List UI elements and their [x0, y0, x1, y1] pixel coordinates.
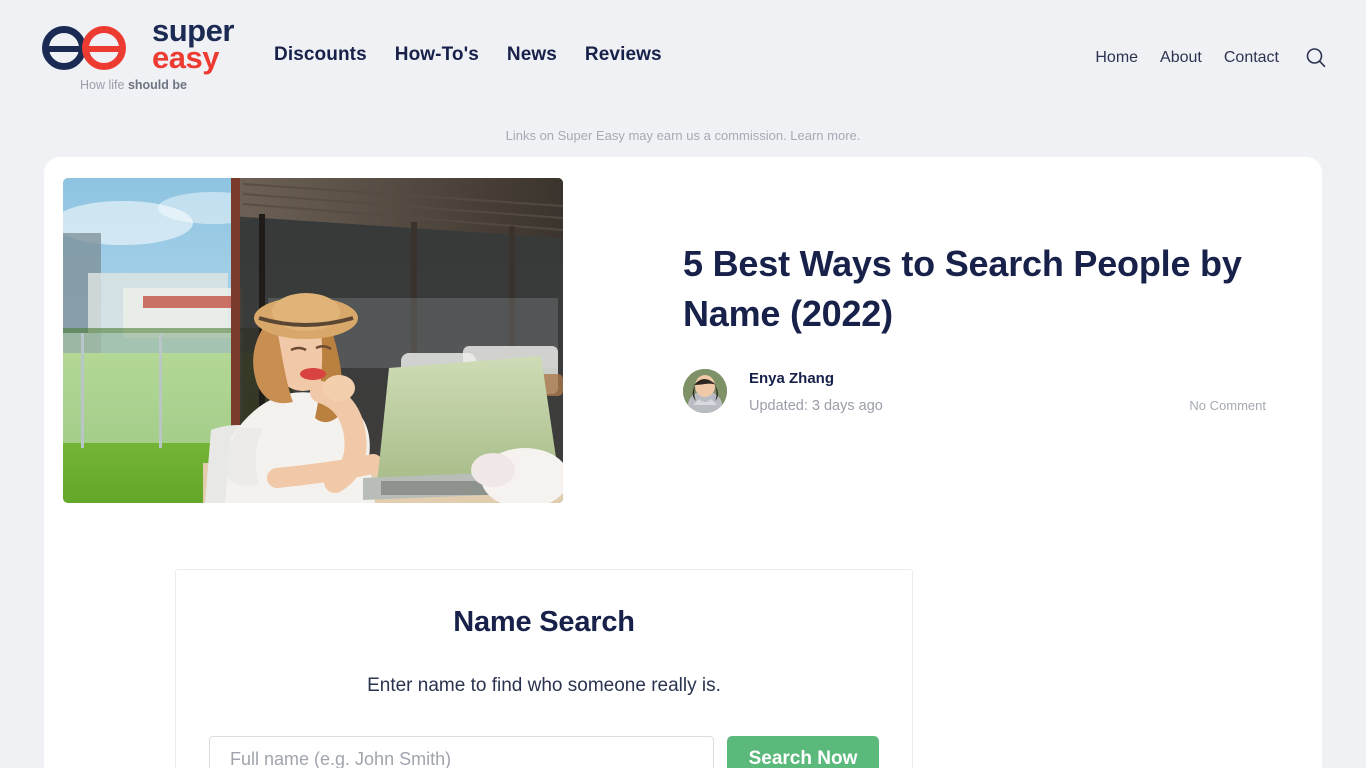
article-card: 5 Best Ways to Search People by Name (20…: [44, 157, 1322, 768]
brand-word-easy: easy: [152, 39, 219, 75]
super-easy-logo-icon: [42, 26, 147, 70]
comment-count[interactable]: No Comment: [1136, 398, 1266, 413]
avatar: [683, 368, 727, 413]
article-byline: Enya Zhang Updated: 3 days ago: [683, 368, 883, 414]
site-header: super easy How life should be Discounts …: [0, 0, 1366, 112]
nav-item-about[interactable]: About: [1160, 49, 1202, 67]
secondary-navigation: Home About Contact: [1095, 46, 1328, 70]
search-input[interactable]: [209, 736, 714, 768]
hero-image: [63, 178, 563, 503]
tagline-bold: should be: [127, 78, 187, 92]
name-search-widget: Name Search Enter name to find who someo…: [175, 569, 913, 768]
nav-item-discounts[interactable]: Discounts: [274, 44, 367, 66]
byline-text: Enya Zhang Updated: 3 days ago: [749, 368, 883, 414]
author-name[interactable]: Enya Zhang: [749, 368, 883, 391]
tagline-light: How life: [80, 78, 128, 92]
article-header: 5 Best Ways to Search People by Name (20…: [683, 239, 1283, 338]
brand-wordmark: super easy: [152, 15, 234, 75]
affiliate-disclaimer: Links on Super Easy may earn us a commis…: [505, 128, 861, 143]
updated-timestamp: Updated: 3 days ago: [749, 397, 883, 414]
nav-item-reviews[interactable]: Reviews: [585, 44, 662, 66]
nav-item-how-tos[interactable]: How-To's: [395, 44, 479, 66]
logo-ring-red: [82, 26, 126, 70]
widget-form: Search Now: [176, 736, 912, 768]
page-title: 5 Best Ways to Search People by Name (20…: [683, 243, 1242, 334]
brand-tagline: How life should be: [80, 78, 187, 92]
search-now-button[interactable]: Search Now: [727, 736, 879, 768]
nav-item-home[interactable]: Home: [1095, 49, 1138, 67]
page-root: super easy How life should be Discounts …: [0, 0, 1366, 768]
search-icon[interactable]: [1301, 46, 1328, 70]
widget-subtitle: Enter name to find who someone really is…: [367, 675, 721, 696]
nav-item-news[interactable]: News: [507, 44, 557, 66]
widget-title: Name Search: [453, 606, 635, 638]
primary-navigation: Discounts How-To's News Reviews: [274, 44, 662, 66]
logo-ring-navy: [42, 26, 86, 70]
nav-item-contact[interactable]: Contact: [1224, 49, 1279, 67]
